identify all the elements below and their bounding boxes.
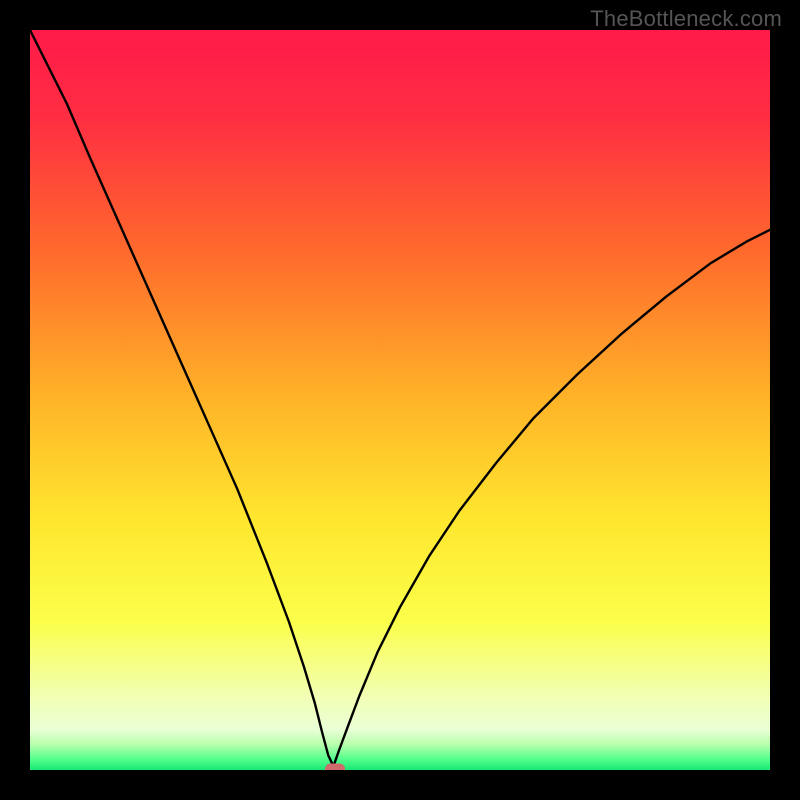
gradient-background <box>30 30 770 770</box>
optimum-marker <box>325 763 345 770</box>
chart-frame: TheBottleneck.com <box>0 0 800 800</box>
plot-svg <box>30 30 770 770</box>
watermark-text: TheBottleneck.com <box>590 6 782 32</box>
plot-area <box>30 30 770 770</box>
